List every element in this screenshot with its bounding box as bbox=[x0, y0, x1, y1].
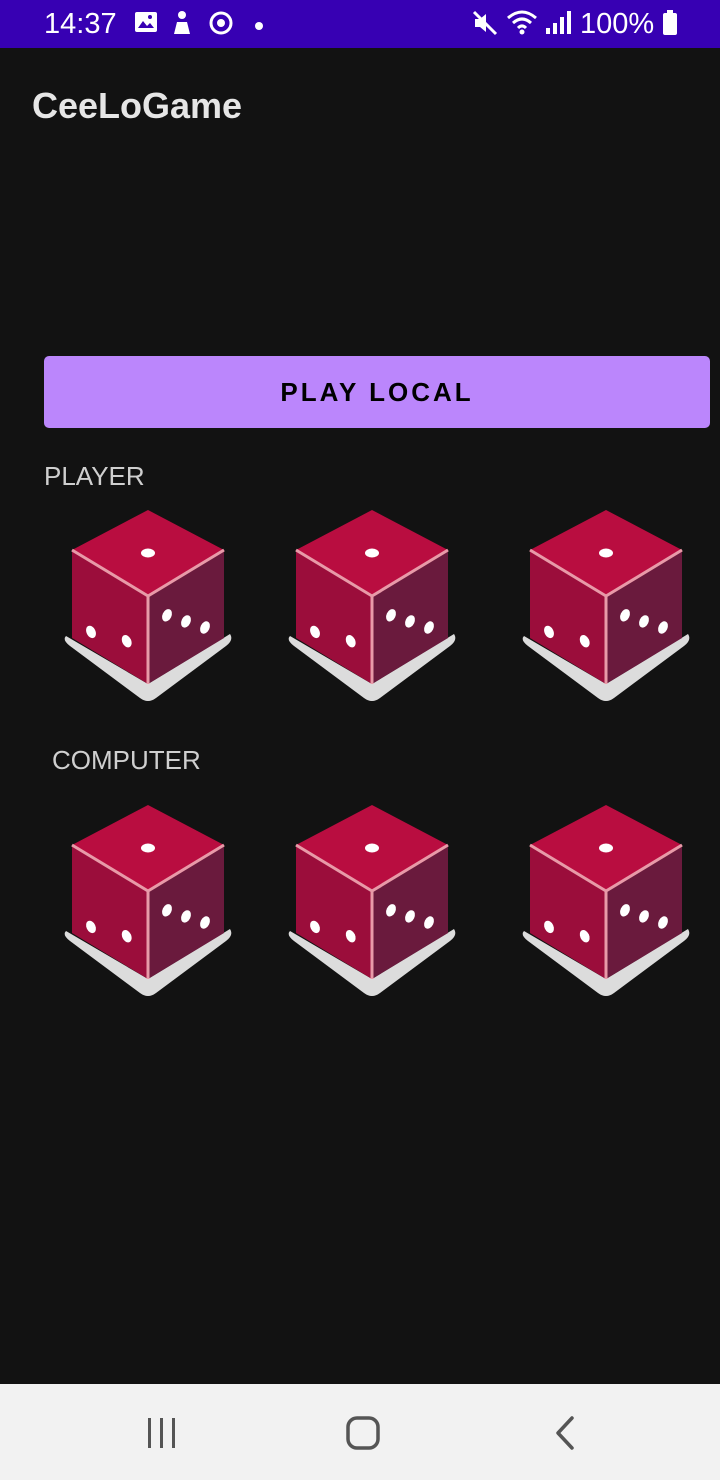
status-time: 14:37 bbox=[44, 8, 117, 40]
computer-label: COMPUTER bbox=[52, 745, 201, 775]
mute-icon bbox=[472, 10, 498, 41]
signal-icon bbox=[544, 10, 572, 41]
battery-icon bbox=[662, 10, 678, 41]
app-title: CeeLoGame bbox=[32, 85, 243, 126]
recent-apps-icon[interactable] bbox=[137, 1408, 187, 1458]
computer-die-3[interactable] bbox=[516, 803, 696, 999]
play-local-button[interactable]: PLAY LOCAL bbox=[44, 356, 710, 428]
dot-icon bbox=[254, 18, 264, 36]
back-icon[interactable] bbox=[540, 1408, 590, 1458]
player-die-2[interactable] bbox=[282, 508, 462, 704]
status-bar: 14:37 100% bbox=[0, 0, 720, 48]
battery-percent: 100% bbox=[580, 8, 655, 40]
computer-die-2[interactable] bbox=[282, 803, 462, 999]
die-pip bbox=[141, 548, 155, 558]
die-pip bbox=[365, 843, 379, 853]
navigation-bar bbox=[0, 1384, 720, 1480]
player-die-1[interactable] bbox=[58, 508, 238, 704]
image-icon bbox=[134, 10, 158, 39]
player-die-3[interactable] bbox=[516, 508, 696, 704]
die-pip bbox=[141, 843, 155, 853]
die-pip bbox=[365, 548, 379, 558]
die-pip bbox=[599, 843, 613, 853]
wifi-icon bbox=[506, 10, 538, 41]
player-label: PLAYER bbox=[44, 461, 145, 491]
die-pip bbox=[599, 548, 613, 558]
home-icon[interactable] bbox=[338, 1408, 388, 1458]
computer-die-1[interactable] bbox=[58, 803, 238, 999]
person-icon bbox=[170, 10, 194, 41]
sync-icon bbox=[208, 10, 234, 41]
